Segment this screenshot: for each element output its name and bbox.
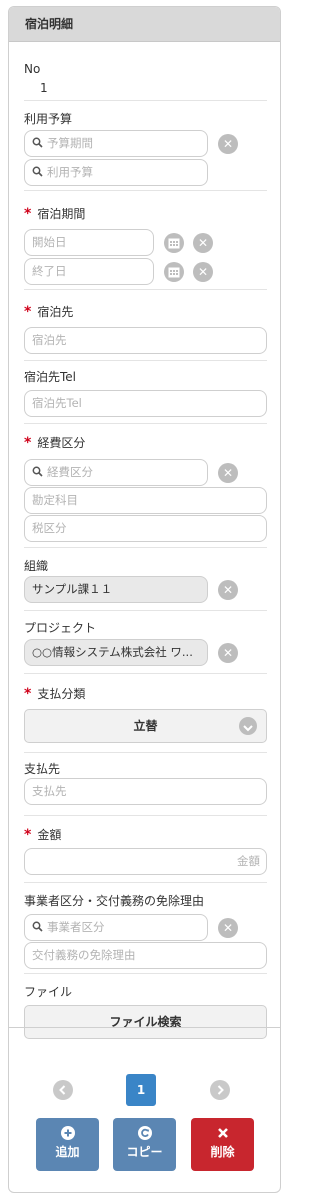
required-mark: * bbox=[24, 827, 32, 843]
divider bbox=[24, 752, 267, 753]
end-date-placeholder: 終了日 bbox=[32, 264, 67, 278]
divider bbox=[24, 360, 267, 361]
calendar-icon[interactable] bbox=[164, 233, 184, 253]
organization-field[interactable]: サンプル課１１ bbox=[24, 576, 208, 603]
divider bbox=[24, 423, 267, 424]
budget-period-field[interactable]: 予算期間 bbox=[24, 130, 208, 157]
business-category-field[interactable]: 事業者区分 bbox=[24, 914, 208, 941]
no-label: No bbox=[24, 62, 41, 76]
divider bbox=[24, 190, 267, 191]
destination-label: * 宿泊先 bbox=[24, 304, 74, 320]
budget-label: 利用予算 bbox=[24, 112, 73, 126]
payee-label: 支払先 bbox=[24, 762, 61, 776]
required-mark: * bbox=[24, 304, 32, 320]
destination-field[interactable]: 宿泊先 bbox=[24, 327, 267, 354]
divider bbox=[24, 100, 267, 101]
divider bbox=[24, 610, 267, 611]
exemption-field[interactable]: 交付義務の免除理由 bbox=[24, 942, 267, 969]
destination-tel-field[interactable]: 宿泊先Tel bbox=[24, 390, 267, 417]
required-mark: * bbox=[24, 686, 32, 702]
delete-label: 削除 bbox=[210, 1145, 235, 1159]
divider bbox=[24, 882, 267, 883]
end-date-field[interactable]: 終了日 bbox=[24, 258, 154, 285]
divider bbox=[24, 547, 267, 548]
start-date-field[interactable]: 開始日 bbox=[24, 229, 154, 256]
exemption-placeholder: 交付義務の免除理由 bbox=[32, 948, 136, 962]
project-field[interactable]: ○○情報システム株式会社 ワ... bbox=[24, 639, 208, 666]
close-circle-icon[interactable]: ✕ bbox=[193, 233, 213, 253]
refresh-icon bbox=[137, 1126, 152, 1140]
copy-button[interactable]: コピー bbox=[113, 1118, 176, 1171]
detail-panel: 宿泊明細 No 1 利用予算 予算期間 ✕ 利用予算 * 宿泊期間 開始日 ✕ 終… bbox=[8, 6, 281, 1193]
divider bbox=[24, 673, 267, 674]
account-placeholder: 勘定科目 bbox=[32, 493, 78, 507]
delete-button[interactable]: 削除 bbox=[191, 1118, 254, 1171]
panel-title: 宿泊明細 bbox=[9, 7, 280, 42]
search-icon bbox=[32, 132, 44, 156]
expense-category-label: * 経費区分 bbox=[24, 435, 86, 451]
search-icon bbox=[32, 916, 44, 940]
payment-type-label: * 支払分類 bbox=[24, 686, 86, 702]
organization-label: 組織 bbox=[24, 559, 49, 573]
required-mark: * bbox=[24, 435, 32, 451]
budget-field[interactable]: 利用予算 bbox=[24, 159, 208, 186]
close-circle-icon[interactable]: ✕ bbox=[218, 134, 238, 154]
chevron-left-icon[interactable] bbox=[53, 1080, 73, 1100]
close-circle-icon[interactable]: ✕ bbox=[193, 262, 213, 282]
add-button[interactable]: 追加 bbox=[36, 1118, 99, 1171]
destination-tel-label: 宿泊先Tel bbox=[24, 370, 77, 384]
calendar-icon[interactable] bbox=[164, 262, 184, 282]
expense-category-field[interactable]: 経費区分 bbox=[24, 459, 208, 486]
business-label: 事業者区分・交付義務の免除理由 bbox=[24, 894, 205, 908]
close-circle-icon[interactable]: ✕ bbox=[218, 643, 238, 663]
plus-icon bbox=[60, 1126, 75, 1140]
chevron-down-icon bbox=[239, 717, 257, 735]
account-field[interactable]: 勘定科目 bbox=[24, 487, 267, 514]
project-value: ○○情報システム株式会社 ワ... bbox=[32, 645, 193, 659]
payment-type-select[interactable]: 立替 bbox=[24, 709, 267, 743]
tax-field[interactable]: 税区分 bbox=[24, 515, 267, 542]
divider bbox=[24, 815, 267, 816]
copy-label: コピー bbox=[126, 1145, 163, 1159]
expense-category-placeholder: 経費区分 bbox=[47, 465, 93, 479]
tax-placeholder: 税区分 bbox=[32, 521, 67, 535]
business-category-placeholder: 事業者区分 bbox=[47, 920, 105, 934]
payment-type-selected: 立替 bbox=[133, 719, 158, 733]
close-icon bbox=[216, 1126, 230, 1140]
close-circle-icon[interactable]: ✕ bbox=[218, 580, 238, 600]
add-label: 追加 bbox=[55, 1145, 80, 1159]
page-number-current[interactable]: 1 bbox=[126, 1074, 156, 1106]
close-circle-icon[interactable]: ✕ bbox=[218, 918, 238, 938]
amount-label: * 金額 bbox=[24, 827, 62, 843]
destination-placeholder: 宿泊先 bbox=[32, 333, 67, 347]
amount-field[interactable]: 金額 bbox=[24, 848, 267, 875]
destination-tel-placeholder: 宿泊先Tel bbox=[32, 396, 82, 410]
search-icon bbox=[32, 461, 44, 485]
search-icon bbox=[32, 161, 44, 185]
close-circle-icon[interactable]: ✕ bbox=[218, 463, 238, 483]
project-label: プロジェクト bbox=[24, 621, 97, 635]
file-search-button[interactable]: ファイル検索 bbox=[24, 1005, 267, 1039]
payee-placeholder: 支払先 bbox=[32, 784, 67, 798]
footer-divider bbox=[9, 1027, 280, 1028]
organization-value: サンプル課１１ bbox=[32, 582, 113, 596]
divider bbox=[24, 973, 267, 974]
budget-placeholder: 利用予算 bbox=[47, 165, 93, 179]
required-mark: * bbox=[24, 206, 32, 222]
budget-period-placeholder: 予算期間 bbox=[47, 136, 93, 150]
chevron-right-icon[interactable] bbox=[210, 1080, 230, 1100]
divider bbox=[24, 289, 267, 290]
amount-placeholder: 金額 bbox=[237, 854, 260, 868]
file-label: ファイル bbox=[24, 985, 73, 999]
start-date-placeholder: 開始日 bbox=[32, 235, 67, 249]
no-value: 1 bbox=[40, 81, 48, 95]
stay-period-label: * 宿泊期間 bbox=[24, 206, 86, 222]
payee-field[interactable]: 支払先 bbox=[24, 778, 267, 805]
